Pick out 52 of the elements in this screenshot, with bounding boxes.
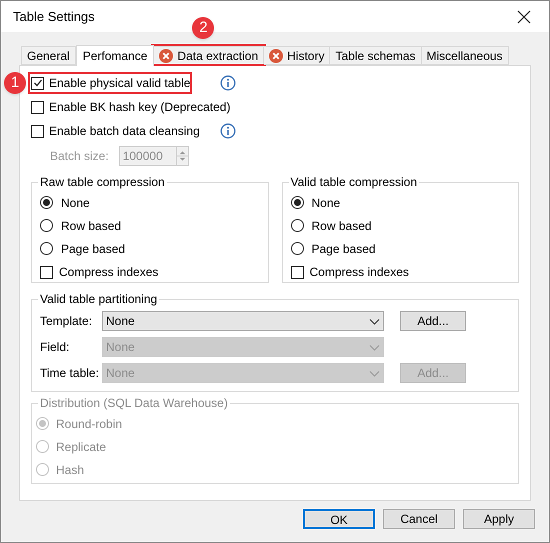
radio-label: Replicate [56,438,106,456]
radio-label: Page based [61,240,126,258]
spinner-arrows-icon [176,147,188,165]
checkbox[interactable] [31,124,44,138]
group-title: Raw table compression [39,174,166,191]
radio-button[interactable] [40,219,53,232]
radio-button[interactable] [290,242,304,255]
group-title: Valid table compression [290,174,418,191]
chevron-down-icon [369,370,380,376]
radio-label: None [312,194,340,212]
checkbox[interactable] [290,266,304,278]
checkbox[interactable] [31,100,44,114]
radio-label: Row based [61,218,122,234]
field-label: Time table: [40,365,100,382]
group-title: Valid table partitioning [39,291,158,308]
field-label: Template: [40,313,94,330]
radio-button[interactable] [40,242,53,255]
checkbox-label: Compress indexes [310,264,409,281]
dialog-button[interactable]: Cancel [383,509,455,529]
chevron-down-icon [369,318,380,324]
callout-badge: 1 [4,72,26,94]
checkbox[interactable] [40,266,53,278]
tab[interactable]: Table schemas [330,46,422,65]
tab[interactable]: Miscellaneous [422,46,509,65]
tab[interactable]: History [264,46,330,65]
radio-label: None [61,194,90,212]
radio-button[interactable] [290,196,304,209]
radio-button[interactable] [290,219,304,232]
checkbox-label: Enable BK hash key (Deprecated) [49,99,230,116]
radio-label: Round-robin [56,416,122,432]
dropdown[interactable]: None [102,311,384,331]
radio-button[interactable] [40,196,53,209]
dialog-button[interactable]: Apply [463,509,535,529]
tab[interactable]: Perfomance [76,45,154,66]
field-label: Field: [40,339,70,356]
callout-badge: 2 [192,17,214,39]
dialog-button[interactable]: OK [303,509,375,529]
check-icon [32,78,42,88]
checkbox-label: Enable batch data cleansing [49,123,200,140]
close-icon[interactable] [517,10,531,24]
checkbox-label: Enable physical valid table [49,75,190,92]
checkbox-label: Compress indexes [59,264,158,281]
checkbox[interactable] [31,76,44,90]
radio-label: Row based [312,218,372,234]
tab[interactable]: General [21,46,76,65]
group-title: Distribution (SQL Data Warehouse) [39,395,229,412]
field-label: Batch size: [50,148,109,165]
chevron-down-icon [369,344,380,350]
radio-label: Hash [56,462,84,478]
window-title: Table Settings [13,8,95,26]
radio-label: Page based [312,240,376,258]
add-button[interactable]: Add... [400,311,466,331]
